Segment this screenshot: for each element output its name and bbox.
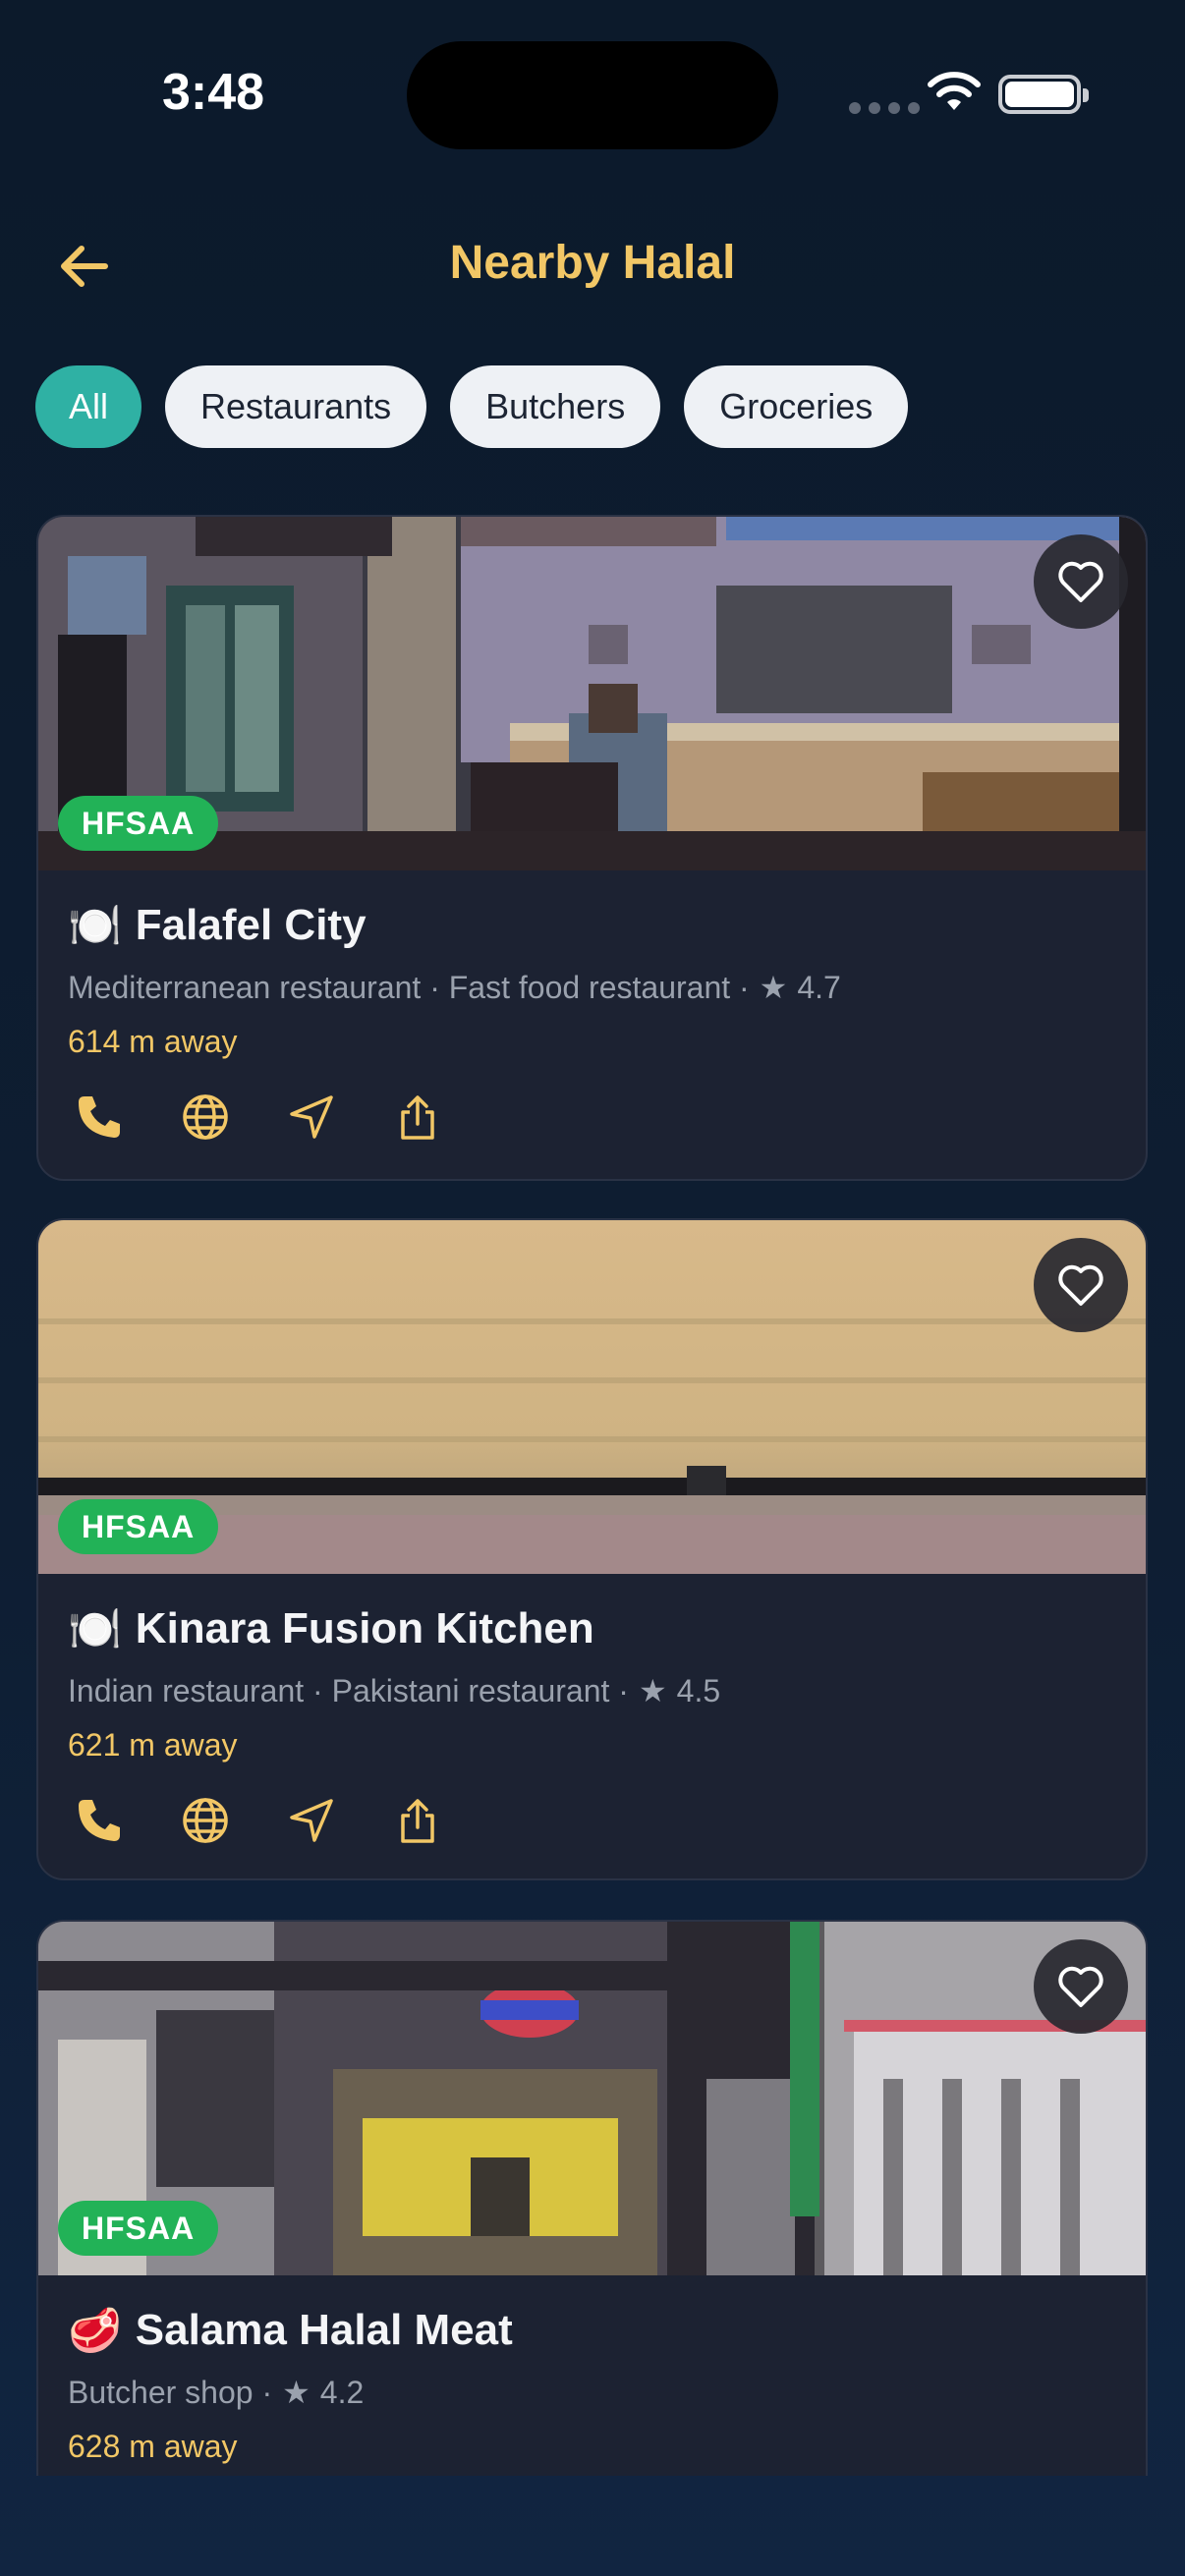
place-name-text: Falafel City — [135, 901, 367, 949]
heart-icon — [1058, 1966, 1103, 2007]
place-distance: 621 m away — [68, 1727, 238, 1763]
place-actions — [68, 1092, 1116, 1143]
dynamic-island — [407, 41, 778, 149]
place-card[interactable]: HFSAA 🍽️ Falafel City Mediterranean rest… — [36, 515, 1148, 1181]
star-icon: ★ — [759, 970, 788, 1005]
directions-button[interactable] — [286, 1795, 337, 1846]
favorite-button[interactable] — [1034, 1238, 1128, 1332]
navigation-arrow-icon — [290, 1799, 333, 1842]
share-button[interactable] — [392, 1092, 443, 1143]
phone-icon — [79, 1096, 120, 1138]
website-button[interactable] — [180, 1092, 231, 1143]
page-title: Nearby Halal — [449, 237, 736, 289]
share-button[interactable] — [392, 1795, 443, 1846]
star-icon: ★ — [638, 1673, 667, 1708]
place-photo: HFSAA — [38, 1922, 1146, 2275]
star-icon: ★ — [282, 2375, 310, 2410]
certification-badge: HFSAA — [58, 2201, 219, 2256]
filter-chip-all[interactable]: All — [35, 365, 142, 448]
place-categories: Butcher shop · — [68, 2374, 273, 2410]
call-button[interactable] — [74, 1795, 125, 1846]
place-card[interactable]: HFSAA 🍽️ Kinara Fusion Kitchen Indian re… — [36, 1218, 1148, 1880]
place-name-text: Kinara Fusion Kitchen — [135, 1604, 594, 1652]
favorite-button[interactable] — [1034, 1939, 1128, 2034]
place-rating: 4.2 — [319, 2374, 365, 2410]
status-time: 3:48 — [162, 64, 265, 121]
phone-icon — [79, 1800, 120, 1841]
favorite-button[interactable] — [1034, 534, 1128, 629]
navigation-arrow-icon — [290, 1095, 333, 1139]
place-card[interactable]: HFSAA 🥩 Salama Halal Meat Butcher shop ·… — [36, 1920, 1148, 2476]
place-meta: Mediterranean restaurant · Fast food res… — [68, 969, 1116, 1006]
heart-icon — [1058, 561, 1103, 602]
place-photo: HFSAA — [38, 517, 1146, 870]
place-categories: Mediterranean restaurant · Fast food res… — [68, 969, 750, 1005]
place-rating: 4.7 — [797, 969, 841, 1005]
place-actions — [68, 1795, 1116, 1846]
restaurant-icon: 🍽️ — [68, 1605, 122, 1653]
place-meta: Indian restaurant · Pakistani restaurant… — [68, 1672, 1116, 1709]
place-rating: 4.5 — [676, 1672, 721, 1708]
place-name-text: Salama Halal Meat — [135, 2306, 513, 2354]
share-icon — [401, 1095, 434, 1140]
share-icon — [401, 1799, 434, 1843]
place-photo: HFSAA — [38, 1220, 1146, 1574]
wifi-icon — [928, 72, 981, 110]
meat-icon: 🥩 — [68, 2307, 122, 2355]
status-bar: 3:48 — [0, 0, 1185, 187]
website-button[interactable] — [180, 1795, 231, 1846]
filter-chips: All Restaurants Butchers Groceries — [35, 365, 909, 448]
place-distance: 614 m away — [68, 1024, 238, 1059]
heart-icon — [1058, 1264, 1103, 1306]
certification-badge: HFSAA — [58, 796, 219, 851]
battery-icon — [998, 75, 1089, 114]
place-distance: 628 m away — [68, 2429, 238, 2464]
place-name[interactable]: 🍽️ Falafel City — [68, 898, 1116, 953]
call-button[interactable] — [74, 1092, 125, 1143]
place-name[interactable]: 🍽️ Kinara Fusion Kitchen — [68, 1601, 1116, 1656]
restaurant-icon: 🍽️ — [68, 902, 122, 950]
filter-chip-restaurants[interactable]: Restaurants — [165, 365, 427, 448]
globe-icon — [183, 1798, 228, 1843]
certification-badge: HFSAA — [58, 1499, 219, 1554]
filter-chip-groceries[interactable]: Groceries — [684, 365, 909, 448]
globe-icon — [183, 1094, 228, 1140]
cellular-signal-icon — [849, 102, 920, 114]
place-meta: Butcher shop · ★ 4.2 — [68, 2374, 1116, 2411]
place-name[interactable]: 🥩 Salama Halal Meat — [68, 2303, 1116, 2358]
place-categories: Indian restaurant · Pakistani restaurant… — [68, 1672, 629, 1708]
filter-chip-butchers[interactable]: Butchers — [450, 365, 661, 448]
directions-button[interactable] — [286, 1092, 337, 1143]
